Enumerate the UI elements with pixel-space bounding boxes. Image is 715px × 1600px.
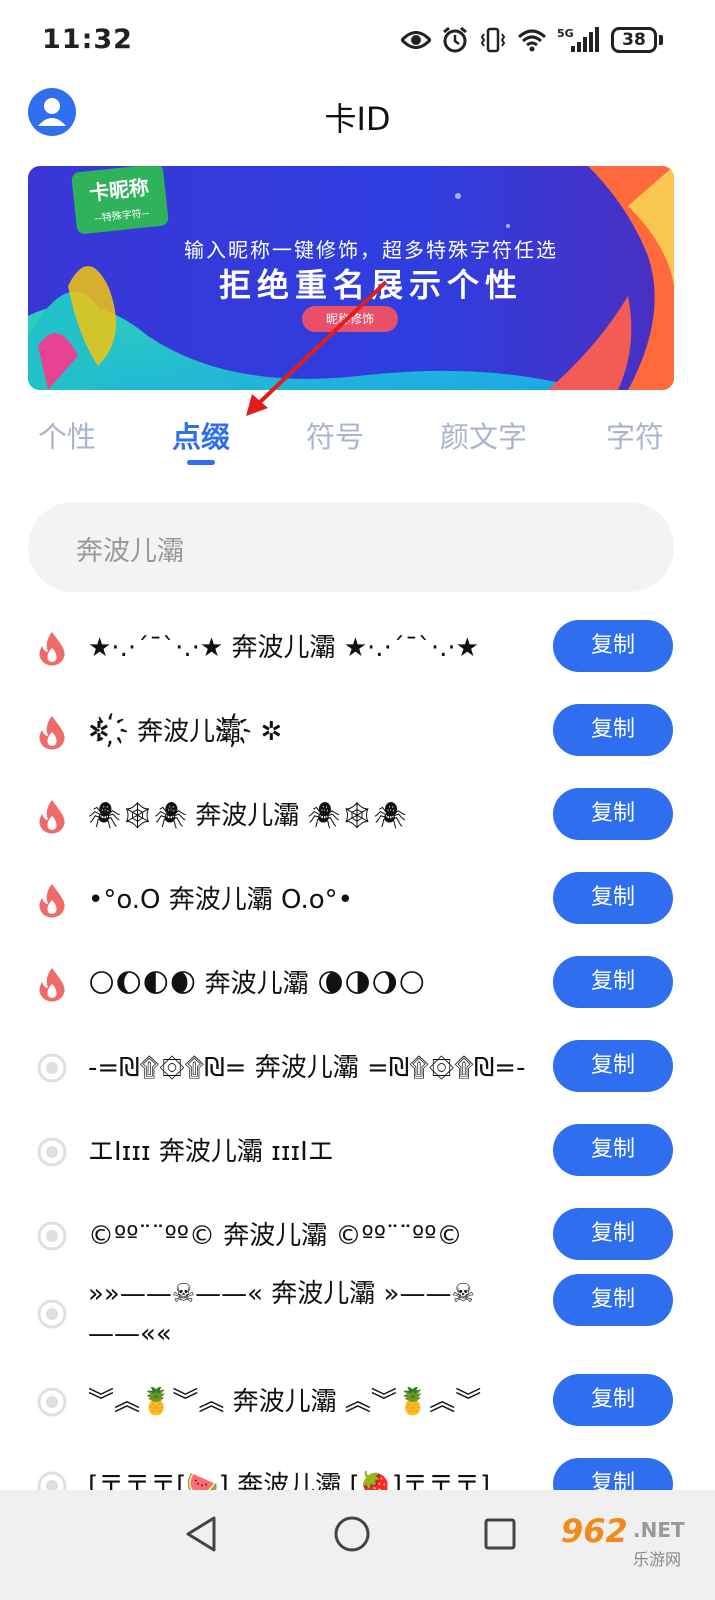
radio-dot-icon xyxy=(37,1221,67,1251)
hot-fire-icon xyxy=(39,968,65,1002)
copy-button[interactable]: 复制 xyxy=(553,1040,673,1092)
decorated-nickname: エIɪɪɪ 奔波儿灞 ɪɪɪIエ xyxy=(88,1137,334,1167)
status-bar: 11:32 5G 38 xyxy=(0,0,715,80)
decorated-nickname: ★·.·´¯`·.·★ 奔波儿灞 ★·.·´¯`·.·★ xyxy=(88,633,479,663)
hot-fire-icon xyxy=(39,632,65,666)
eye-icon xyxy=(401,31,431,49)
list-item: ©ºº¨¨ºº© 奔波儿灞 ©ºº¨¨ºº© 复制 xyxy=(0,1208,715,1264)
nickname-input[interactable]: 奔波儿灞 xyxy=(28,502,674,592)
battery-tip xyxy=(659,35,663,45)
tab-symbols[interactable]: 符号 xyxy=(306,414,364,456)
list-item: »»——☠——« 奔波儿灞 »——☠——«« 复制 xyxy=(0,1268,715,1364)
hot-fire-icon xyxy=(39,800,65,834)
list-item: ✲ ҉ 奔波儿灞҉ ✲ 复制 xyxy=(0,704,715,760)
list-item: -=₪۩۞۩₪= 奔波儿灞 =₪۩۞۩₪=- 复制 xyxy=(0,1040,715,1096)
tab-characters[interactable]: 字符 xyxy=(606,414,664,456)
recents-icon[interactable] xyxy=(482,1514,518,1554)
banner-cta-button[interactable]: 昵称修饰 xyxy=(302,306,398,332)
battery-indicator: 38 xyxy=(611,27,663,53)
radio-dot-icon xyxy=(37,1387,67,1417)
decorated-nickname: 🌕🌔🌓🌒 奔波儿灞 🌘🌗🌖🌕 xyxy=(88,969,426,999)
svg-text:5G: 5G xyxy=(557,27,574,40)
decorated-nickname: -=₪۩۞۩₪= 奔波儿灞 =₪۩۞۩₪=- xyxy=(88,1053,526,1083)
alarm-icon xyxy=(443,26,467,53)
list-item: 🌕🌔🌓🌒 奔波儿灞 🌘🌗🌖🌕 复制 xyxy=(0,956,715,1012)
decorated-nickname: 🕷🕸🕷 奔波儿灞 🕷🕸🕷 xyxy=(88,801,407,831)
brand-name: 卡昵称 xyxy=(87,174,151,206)
banner-headline: 拒绝重名展示个性 xyxy=(218,266,523,304)
list-item: 🕷🕸🕷 奔波儿灞 🕷🕸🕷 复制 xyxy=(0,788,715,844)
battery-level: 38 xyxy=(611,27,657,53)
copy-button[interactable]: 复制 xyxy=(553,1374,673,1426)
app-header: 卡ID xyxy=(0,82,715,152)
radio-dot-icon xyxy=(37,1053,67,1083)
decorated-nickname: ︾︽🍍︾︽ 奔波儿灞 ︽︾🍍︽︾ xyxy=(88,1387,482,1417)
copy-button[interactable]: 复制 xyxy=(553,704,673,756)
site-watermark-logo: 962 .NET 乐游网 xyxy=(561,1512,701,1572)
hot-fire-icon xyxy=(39,716,65,750)
banner-subheadline: 输入昵称一键修饰，超多特殊字符任选 xyxy=(184,238,558,262)
copy-button[interactable]: 复制 xyxy=(553,1274,673,1326)
screen: 11:32 5G 38 卡ID 卡昵称 --特殊字符-- 输入昵称一键修饰，超多… xyxy=(0,0,715,1600)
decorated-nickname: ©ºº¨¨ºº© 奔波儿灞 ©ºº¨¨ºº© xyxy=(88,1221,463,1251)
decorated-nickname: »»——☠——« 奔波儿灞 »——☠——«« xyxy=(88,1279,475,1349)
page-title: 卡ID xyxy=(324,100,391,138)
copy-button[interactable]: 复制 xyxy=(553,1124,673,1176)
radio-dot-icon xyxy=(37,1137,67,1167)
watermark-suffix: .NET xyxy=(633,1518,685,1542)
copy-button[interactable]: 复制 xyxy=(553,788,673,840)
category-tabs: 个性 点缀 符号 颜文字 字符 xyxy=(0,400,715,470)
copy-button[interactable]: 复制 xyxy=(553,956,673,1008)
list-item: ★·.·´¯`·.·★ 奔波儿灞 ★·.·´¯`·.·★ 复制 xyxy=(0,620,715,676)
nickname-input-value[interactable]: 奔波儿灞 xyxy=(76,529,184,568)
decorated-nickname: •°o.O 奔波儿灞 O.o°• xyxy=(88,885,353,915)
tab-emoticons[interactable]: 颜文字 xyxy=(440,414,527,456)
copy-button[interactable]: 复制 xyxy=(553,1208,673,1260)
watermark-subtitle: 乐游网 xyxy=(633,1550,682,1569)
status-icons: 5G 38 xyxy=(401,26,663,54)
tab-personality[interactable]: 个性 xyxy=(38,414,96,456)
list-item: •°o.O 奔波儿灞 O.o°• 复制 xyxy=(0,872,715,928)
promo-banner[interactable]: 卡昵称 --特殊字符-- 输入昵称一键修饰，超多特殊字符任选 拒绝重名展示个性 … xyxy=(28,166,674,390)
list-item: ︾︽🍍︾︽ 奔波儿灞 ︽︾🍍︽︾ 复制 xyxy=(0,1374,715,1430)
decorated-nickname: ✲ ҉ 奔波儿灞҉ ✲ xyxy=(88,717,283,747)
copy-button[interactable]: 复制 xyxy=(553,872,673,924)
hot-fire-icon xyxy=(39,884,65,918)
brand-badge: 卡昵称 --特殊字符-- xyxy=(71,166,169,235)
signal-5g-icon: 5G xyxy=(557,27,599,52)
vibrate-icon xyxy=(480,27,506,53)
tab-decoration[interactable]: 点缀 xyxy=(172,414,230,456)
wifi-icon xyxy=(517,29,547,52)
radio-dot-icon xyxy=(37,1299,67,1329)
home-icon[interactable] xyxy=(332,1514,372,1554)
copy-button[interactable]: 复制 xyxy=(553,620,673,672)
watermark-brand: 962 xyxy=(561,1512,628,1550)
list-item: エIɪɪɪ 奔波儿灞 ɪɪɪIエ 复制 xyxy=(0,1124,715,1180)
back-icon[interactable] xyxy=(184,1514,218,1554)
status-time: 11:32 xyxy=(42,24,133,55)
active-tab-indicator xyxy=(187,460,215,465)
